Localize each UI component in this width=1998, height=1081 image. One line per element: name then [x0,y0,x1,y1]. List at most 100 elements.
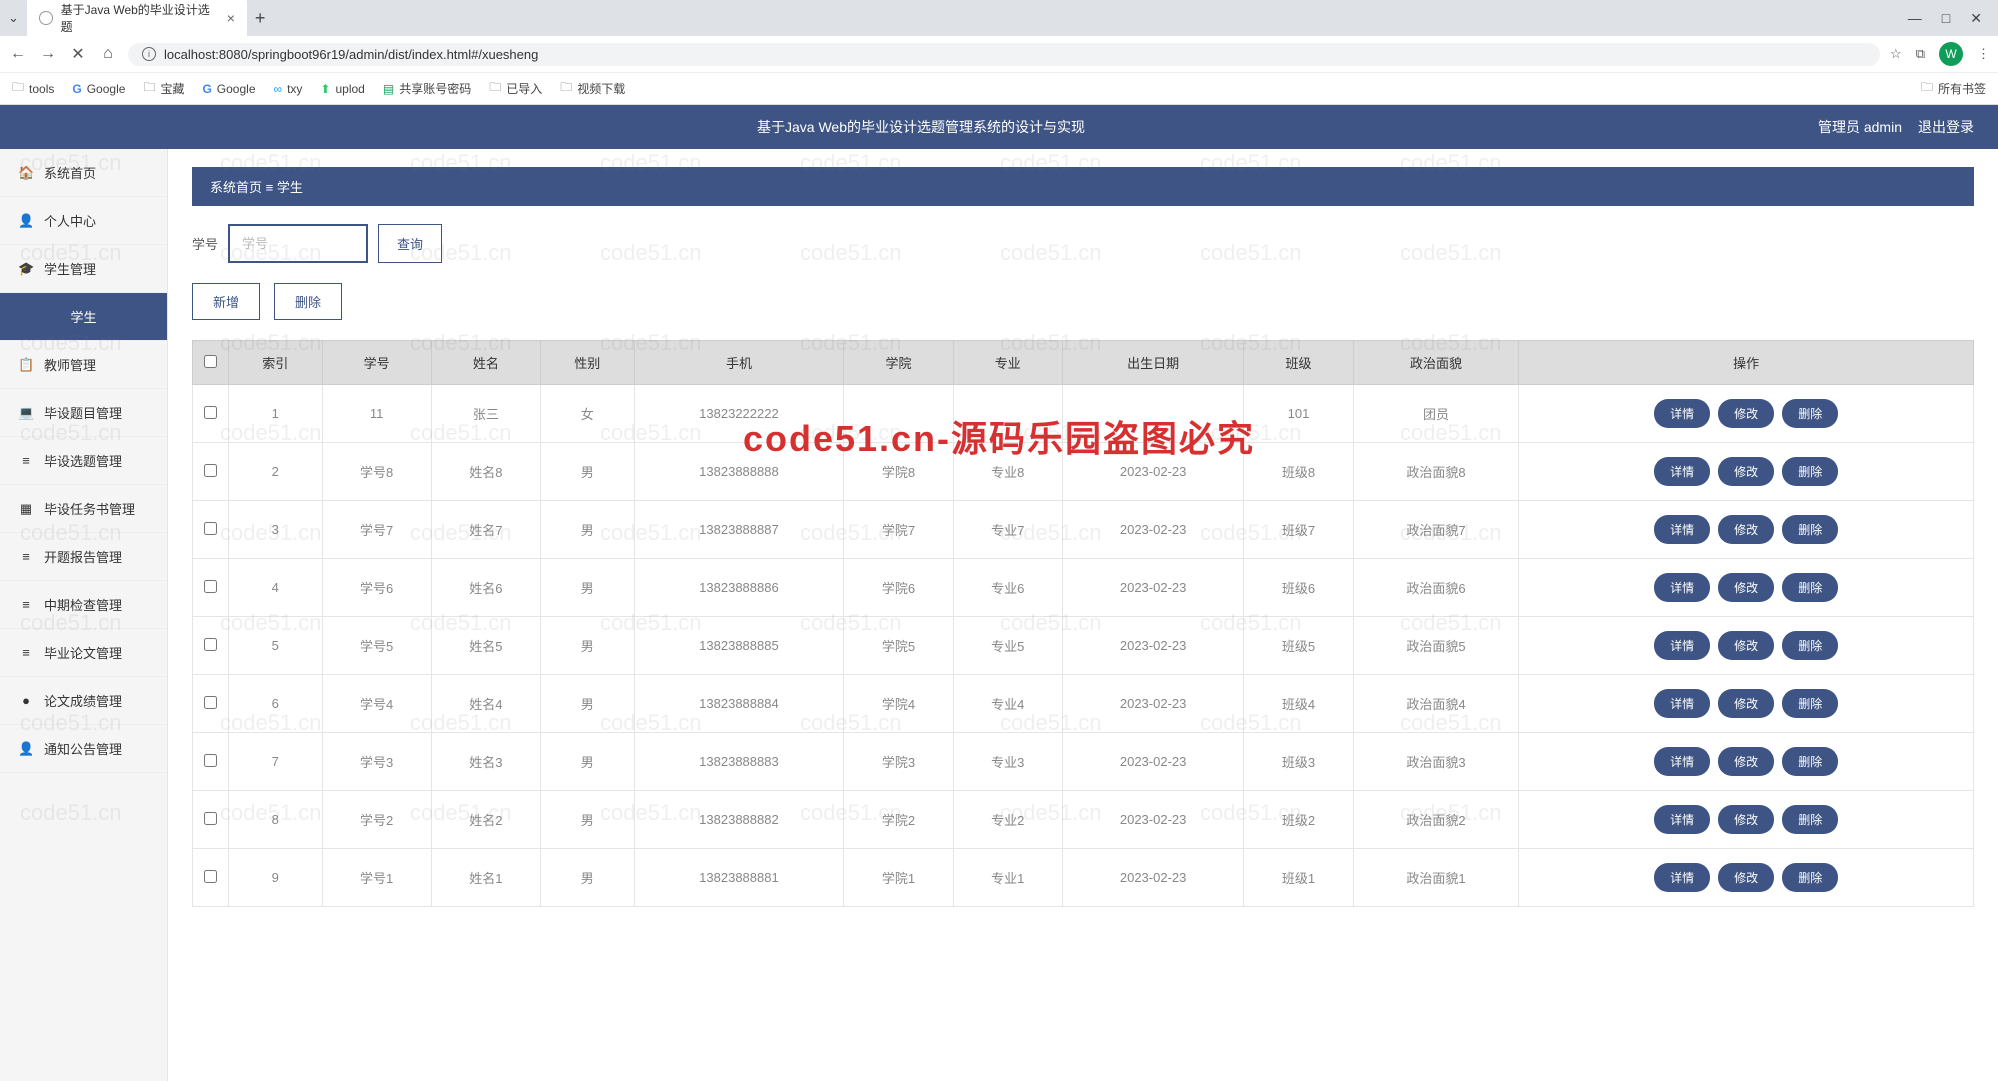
home-icon[interactable]: ⌂ [98,45,118,63]
edit-button[interactable]: 修改 [1718,689,1774,718]
sidebar-item-1[interactable]: 👤个人中心 [0,197,167,245]
url-field[interactable]: i localhost:8080/springboot96r19/admin/d… [128,43,1880,66]
row-checkbox[interactable] [204,406,217,419]
table-row: 4学号6姓名6男13823888886学院6专业62023-02-23班级6政治… [193,559,1974,617]
row-checkbox[interactable] [204,812,217,825]
menu-icon: 👤 [18,741,34,757]
row-delete-button[interactable]: 删除 [1782,805,1838,834]
sidebar-item-7[interactable]: ▦毕设任务书管理 [0,485,167,533]
row-checkbox[interactable] [204,754,217,767]
menu-icon: ● [18,693,34,708]
row-delete-button[interactable]: 删除 [1782,457,1838,486]
row-checkbox[interactable] [204,580,217,593]
bookmarks-bar: 🗀tools GGoogle 🗀宝藏 GGoogle ∞txy ⬆uplod ▤共享账号密码… [0,72,1998,104]
menu-icon: ≡ [18,549,34,564]
extension-icon[interactable]: ⧉ [1916,46,1925,62]
edit-button[interactable]: 修改 [1718,747,1774,776]
cell-xh: 学号8 [322,443,431,501]
all-bookmarks[interactable]: 🗀所有书签 [1921,78,1986,99]
detail-button[interactable]: 详情 [1654,515,1710,544]
row-checkbox[interactable] [204,696,217,709]
search-input[interactable] [228,224,368,263]
detail-button[interactable]: 详情 [1654,631,1710,660]
sidebar-item-9[interactable]: ≡中期检查管理 [0,581,167,629]
sidebar-item-6[interactable]: ≡毕设选题管理 [0,437,167,485]
detail-button[interactable]: 详情 [1654,747,1710,776]
cell-college: 学院5 [844,617,953,675]
edit-button[interactable]: 修改 [1718,631,1774,660]
new-tab-button[interactable]: + [255,8,266,29]
bookmark-item[interactable]: 🗀tools [12,78,54,99]
profile-avatar[interactable]: W [1939,42,1963,66]
row-delete-button[interactable]: 删除 [1782,863,1838,892]
close-window-icon[interactable]: ✕ [1970,10,1982,27]
row-checkbox[interactable] [204,870,217,883]
sidebar-item-12[interactable]: 👤通知公告管理 [0,725,167,773]
sidebar-item-10[interactable]: ≡毕业论文管理 [0,629,167,677]
edit-button[interactable]: 修改 [1718,573,1774,602]
edit-button[interactable]: 修改 [1718,399,1774,428]
detail-button[interactable]: 详情 [1654,457,1710,486]
breadcrumb-home[interactable]: 系统首页 [210,180,262,195]
bookmark-item[interactable]: 🗀宝藏 [143,78,184,99]
row-delete-button[interactable]: 删除 [1782,631,1838,660]
bookmark-item[interactable]: 🗀已导入 [489,78,542,99]
close-icon[interactable]: × [227,10,235,26]
sidebar-item-8[interactable]: ≡开题报告管理 [0,533,167,581]
row-delete-button[interactable]: 删除 [1782,747,1838,776]
logout-link[interactable]: 退出登录 [1918,117,1974,137]
edit-button[interactable]: 修改 [1718,457,1774,486]
edit-button[interactable]: 修改 [1718,805,1774,834]
col-header: 手机 [634,341,844,385]
sidebar-item-0[interactable]: 🏠系统首页 [0,149,167,197]
detail-button[interactable]: 详情 [1654,863,1710,892]
add-button[interactable]: 新增 [192,283,260,320]
row-checkbox[interactable] [204,638,217,651]
edit-button[interactable]: 修改 [1718,515,1774,544]
maximize-icon[interactable]: □ [1942,10,1950,27]
sidebar-item-3[interactable]: 学生 [0,293,167,341]
row-delete-button[interactable]: 删除 [1782,515,1838,544]
delete-button[interactable]: 删除 [274,283,342,320]
bookmark-item[interactable]: GGoogle [72,82,125,96]
select-all-checkbox[interactable] [204,355,217,368]
minimize-icon[interactable]: — [1908,10,1922,27]
row-delete-button[interactable]: 删除 [1782,399,1838,428]
bookmark-item[interactable]: 🗀视频下载 [560,78,625,99]
sidebar-item-4[interactable]: 📋教师管理 [0,341,167,389]
sidebar-item-11[interactable]: ●论文成绩管理 [0,677,167,725]
back-icon[interactable]: ← [8,45,28,63]
bookmark-label: 视频下载 [577,80,625,97]
detail-button[interactable]: 详情 [1654,573,1710,602]
bookmark-item[interactable]: ∞txy [274,82,303,96]
app-title: 基于Java Web的毕业设计选题管理系统的设计与实现 [24,117,1818,137]
bookmark-label: txy [287,82,302,96]
browser-tab[interactable]: 基于Java Web的毕业设计选题 × [27,0,247,41]
bookmark-item[interactable]: GGoogle [202,82,255,96]
cell-birth: 2023-02-23 [1062,849,1244,907]
stop-icon[interactable]: ✕ [68,44,88,64]
kebab-icon[interactable]: ⋮ [1977,46,1990,62]
bookmark-item[interactable]: ⬆uplod [320,82,364,96]
search-button[interactable]: 查询 [378,224,442,263]
row-checkbox[interactable] [204,522,217,535]
detail-button[interactable]: 详情 [1654,689,1710,718]
row-checkbox[interactable] [204,464,217,477]
star-icon[interactable]: ☆ [1890,46,1902,62]
detail-button[interactable]: 详情 [1654,399,1710,428]
tab-dropdown-icon[interactable]: ⌄ [8,10,19,26]
sidebar-item-5[interactable]: 💻毕设题目管理 [0,389,167,437]
row-delete-button[interactable]: 删除 [1782,573,1838,602]
bookmark-item[interactable]: ▤共享账号密码 [383,80,471,97]
cell-major: 专业3 [953,733,1062,791]
action-row: 新增 删除 [192,283,1974,320]
breadcrumb: 系统首页 ≡ 学生 [192,167,1974,206]
user-label[interactable]: 管理员 admin [1818,117,1902,137]
detail-button[interactable]: 详情 [1654,805,1710,834]
forward-icon[interactable]: → [38,45,58,63]
site-info-icon[interactable]: i [142,47,156,61]
sidebar-item-2[interactable]: 🎓学生管理 [0,245,167,293]
row-delete-button[interactable]: 删除 [1782,689,1838,718]
edit-button[interactable]: 修改 [1718,863,1774,892]
cell-college: 学院3 [844,733,953,791]
